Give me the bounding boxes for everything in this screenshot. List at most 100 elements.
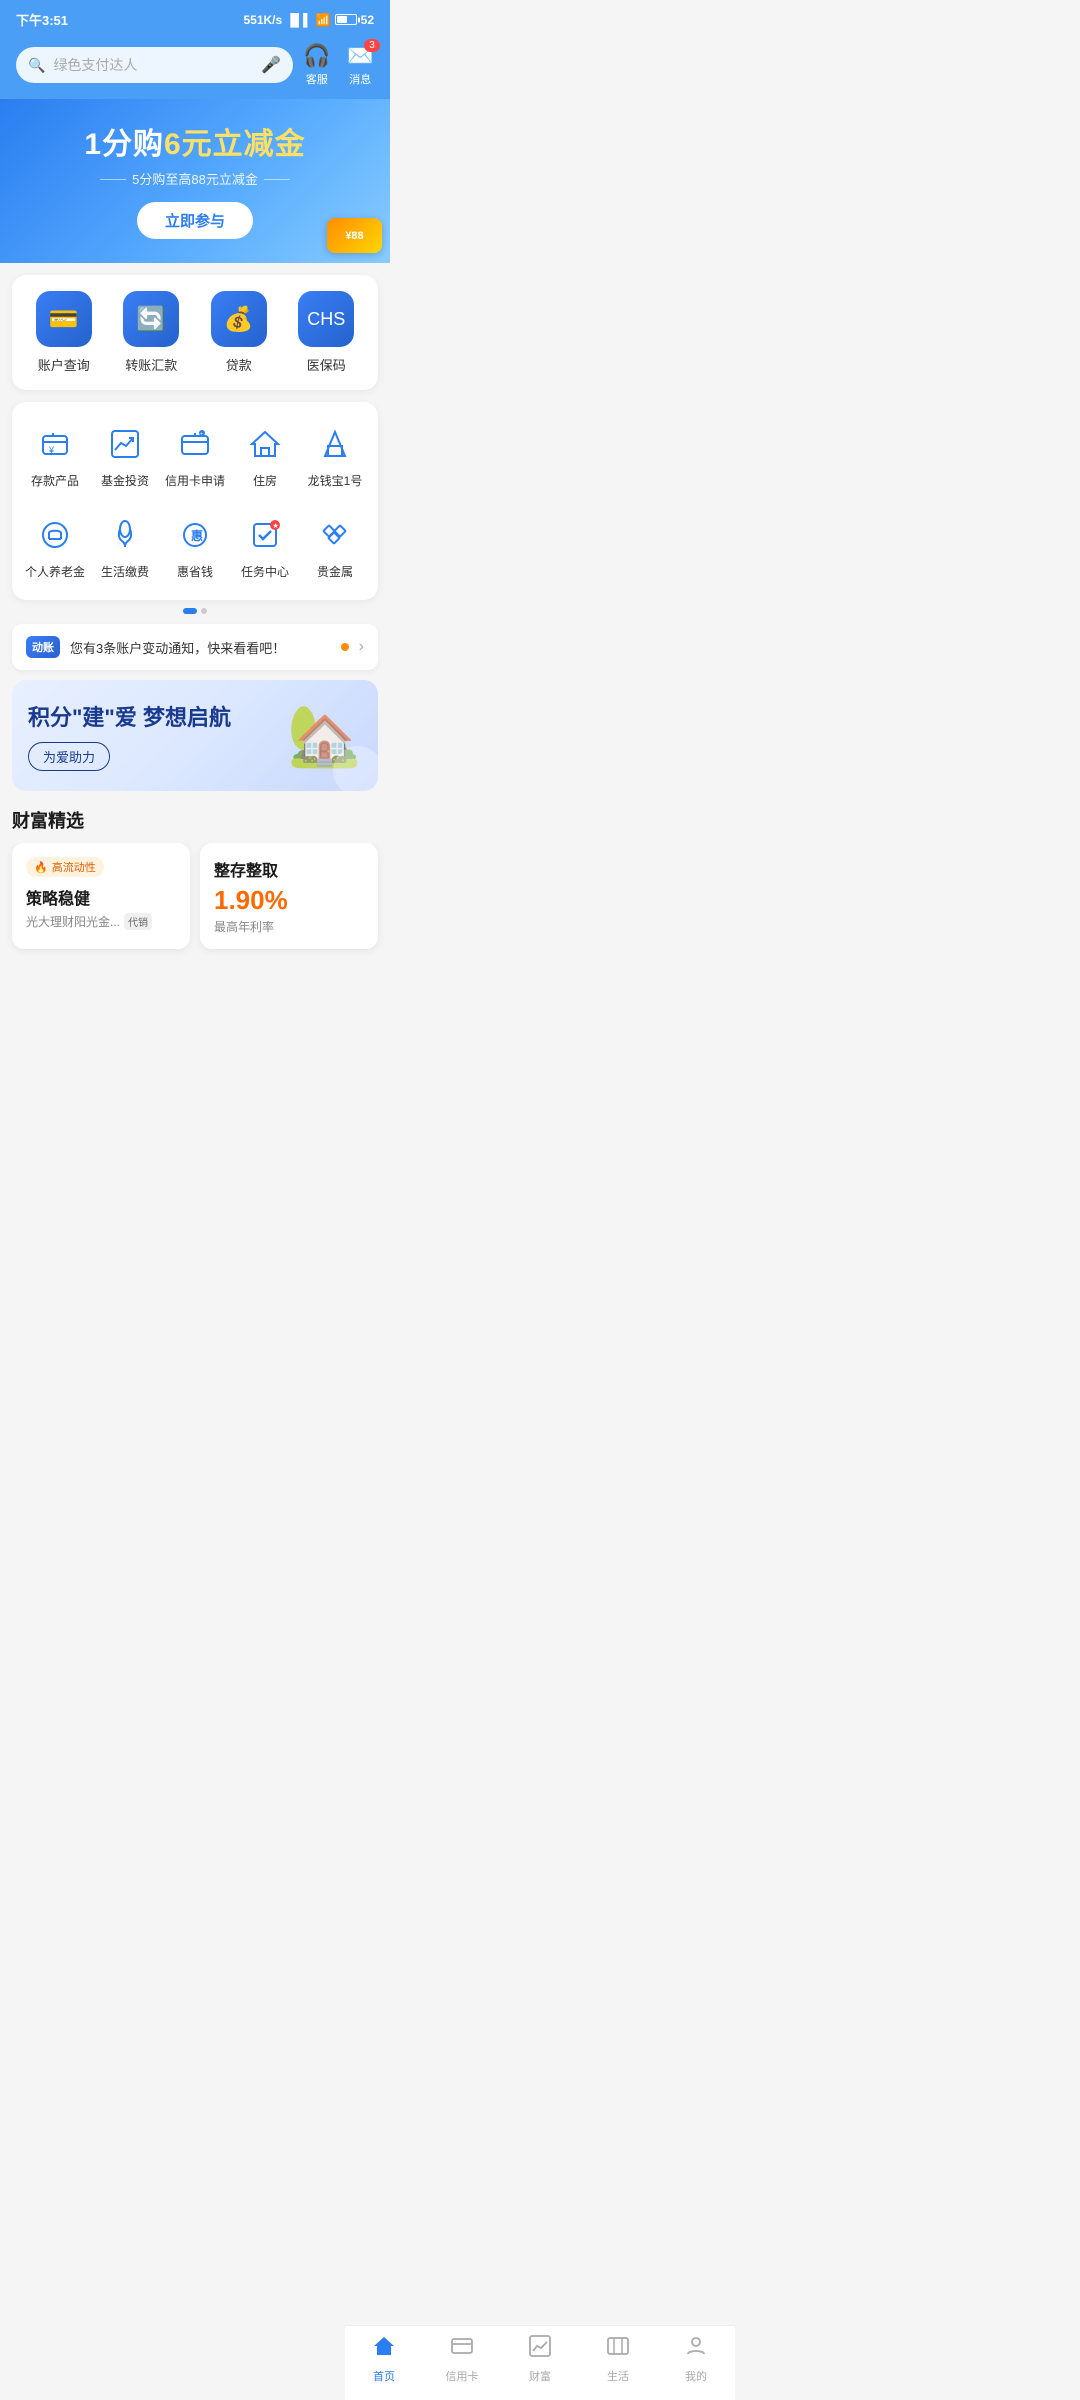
transfer-icon: 🔄 [123,291,179,347]
nav-life-icon [606,2334,630,2364]
banner-card: ¥88 [327,218,382,253]
notification-bar[interactable]: 动账 您有3条账户变动通知，快来看看吧！ › [12,624,378,670]
page-dots [0,608,390,614]
medical-label: 医保码 [307,355,346,374]
menu-credit-apply[interactable]: + 信用卡申请 [160,414,230,497]
nav-home-label: 首页 [373,2368,395,2384]
battery-level: 52 [361,13,374,27]
wealth-card-2-rate: 1.90% [214,885,364,916]
search-icon: 🔍 [28,57,45,74]
menu-utilities[interactable]: 生活缴费 [90,505,160,588]
fund-label: 基金投资 [101,472,149,489]
search-bar[interactable]: 🔍 绿色支付达人 🎤 [16,47,293,83]
banner-subtitle: 5分购至高88元立减金 [16,169,374,188]
wealth-card-2-title: 整存整取 [214,857,364,881]
quick-action-medical[interactable]: CHS 医保码 [283,291,371,374]
network-speed: 551K/s [243,13,282,27]
promo-section[interactable]: 积分"建"爱 梦想启航 为爱助力 🏡 [12,680,378,791]
notification-text: 您有3条账户变动通知，快来看看吧！ [70,638,331,657]
savings-label: 惠省钱 [177,563,213,580]
menu-savings[interactable]: 惠 惠省钱 [160,505,230,588]
wealth-card-2-label: 最高年利率 [214,918,364,935]
utilities-icon [103,513,147,557]
wealth-section: 财富精选 🔥 高流动性 策略稳健 光大理财阳光金... 代销 整存整取 1.90… [0,791,390,965]
banner-title: 1分购6元立减金 [16,119,374,163]
wealth-card-2[interactable]: 整存整取 1.90% 最高年利率 [200,843,378,949]
credit-apply-icon: + [173,422,217,466]
header: 🔍 绿色支付达人 🎤 🎧 客服 ✉️ 3 消息 [0,35,390,99]
longqianbao-label: 龙钱宝1号 [308,472,363,489]
nav-mine[interactable]: 我的 [657,2334,735,2384]
loan-label: 贷款 [226,355,252,374]
flame-icon: 🔥 [34,861,48,874]
message-badge: 3 [364,39,380,52]
banner-button[interactable]: 立即参与 [137,202,253,239]
menu-housing[interactable]: 住房 [230,414,300,497]
housing-label: 住房 [253,472,277,489]
menu-fund[interactable]: 基金投资 [90,414,160,497]
wealth-card-1[interactable]: 🔥 高流动性 策略稳健 光大理财阳光金... 代销 [12,843,190,949]
customer-service-icon: 🎧 [303,43,330,69]
messages-button[interactable]: ✉️ 3 消息 [347,43,374,87]
tasks-icon: ★ [243,513,287,557]
nav-credit-icon [450,2334,474,2364]
status-bar: 下午3:51 551K/s ▐▌▌ 📶 52 [0,0,390,35]
notification-dot [341,643,349,651]
longqianbao-icon [313,422,357,466]
menu-longqianbao[interactable]: 龙钱宝1号 [300,414,370,497]
nav-credit[interactable]: 信用卡 [423,2334,501,2384]
nav-home[interactable]: 首页 [345,2334,423,2384]
medical-icon: CHS [298,291,354,347]
nav-wealth-label: 财富 [529,2368,551,2384]
menu-deposit[interactable]: ¥ 存款产品 [20,414,90,497]
nav-wealth-icon [528,2334,552,2364]
wealth-tag-1: 🔥 高流动性 [26,857,104,877]
quick-action-loan[interactable]: 💰 贷款 [195,291,283,374]
nav-mine-icon [684,2334,708,2364]
deposit-label: 存款产品 [31,472,79,489]
quick-action-account[interactable]: 💳 账户查询 [20,291,108,374]
nav-home-icon [372,2334,396,2364]
bottom-nav: 首页 信用卡 财富 生活 我的 [345,2325,735,2400]
nav-wealth[interactable]: 财富 [501,2334,579,2384]
tasks-label: 任务中心 [241,563,289,580]
svg-text:¥: ¥ [48,445,55,455]
wifi-icon: 📶 [316,13,331,27]
promo-text-area: 积分"建"爱 梦想启航 为爱助力 [28,700,231,771]
transfer-label: 转账汇款 [125,355,177,374]
quick-action-transfer[interactable]: 🔄 转账汇款 [108,291,196,374]
nav-life[interactable]: 生活 [579,2334,657,2384]
promo-title: 积分"建"爱 梦想启航 [28,700,231,732]
precious-icon [313,513,357,557]
battery-icon [335,14,357,25]
nav-credit-label: 信用卡 [446,2368,479,2384]
header-actions: 🎧 客服 ✉️ 3 消息 [303,43,374,87]
promo-button[interactable]: 为爱助力 [28,742,110,771]
utilities-label: 生活缴费 [101,563,149,580]
customer-service-button[interactable]: 🎧 客服 [303,43,330,87]
wealth-cards: 🔥 高流动性 策略稳健 光大理财阳光金... 代销 整存整取 1.90% 最高年… [0,843,390,965]
signal-icon: ▐▌▌ [286,13,312,27]
menu-pension[interactable]: 个人养老金 [20,505,90,588]
menu-tasks[interactable]: ★ 任务中心 [230,505,300,588]
pension-label: 个人养老金 [25,563,85,580]
savings-icon: 惠 [173,513,217,557]
status-time: 下午3:51 [16,10,68,29]
notification-logo: 动账 [26,636,60,658]
menu-grid: ¥ 存款产品 基金投资 + 信用卡申请 住房 [12,402,378,600]
housing-icon [243,422,287,466]
mic-icon[interactable]: 🎤 [261,55,281,75]
promo-corner-decor [333,746,378,791]
wealth-card-1-name: 策略稳健 [26,885,176,909]
menu-precious[interactable]: 贵金属 [300,505,370,588]
status-right: 551K/s ▐▌▌ 📶 52 [243,13,374,27]
dot-2 [201,608,207,614]
wealth-card-1-sub: 光大理财阳光金... 代销 [26,913,176,930]
deposit-icon: ¥ [33,422,77,466]
messages-label: 消息 [349,71,371,87]
promo-banner-top: 1分购6元立减金 5分购至高88元立减金 立即参与 ¥88 [0,99,390,263]
svg-text:★: ★ [273,522,279,530]
precious-label: 贵金属 [317,563,353,580]
account-label: 账户查询 [38,355,90,374]
svg-text:+: + [200,432,203,438]
